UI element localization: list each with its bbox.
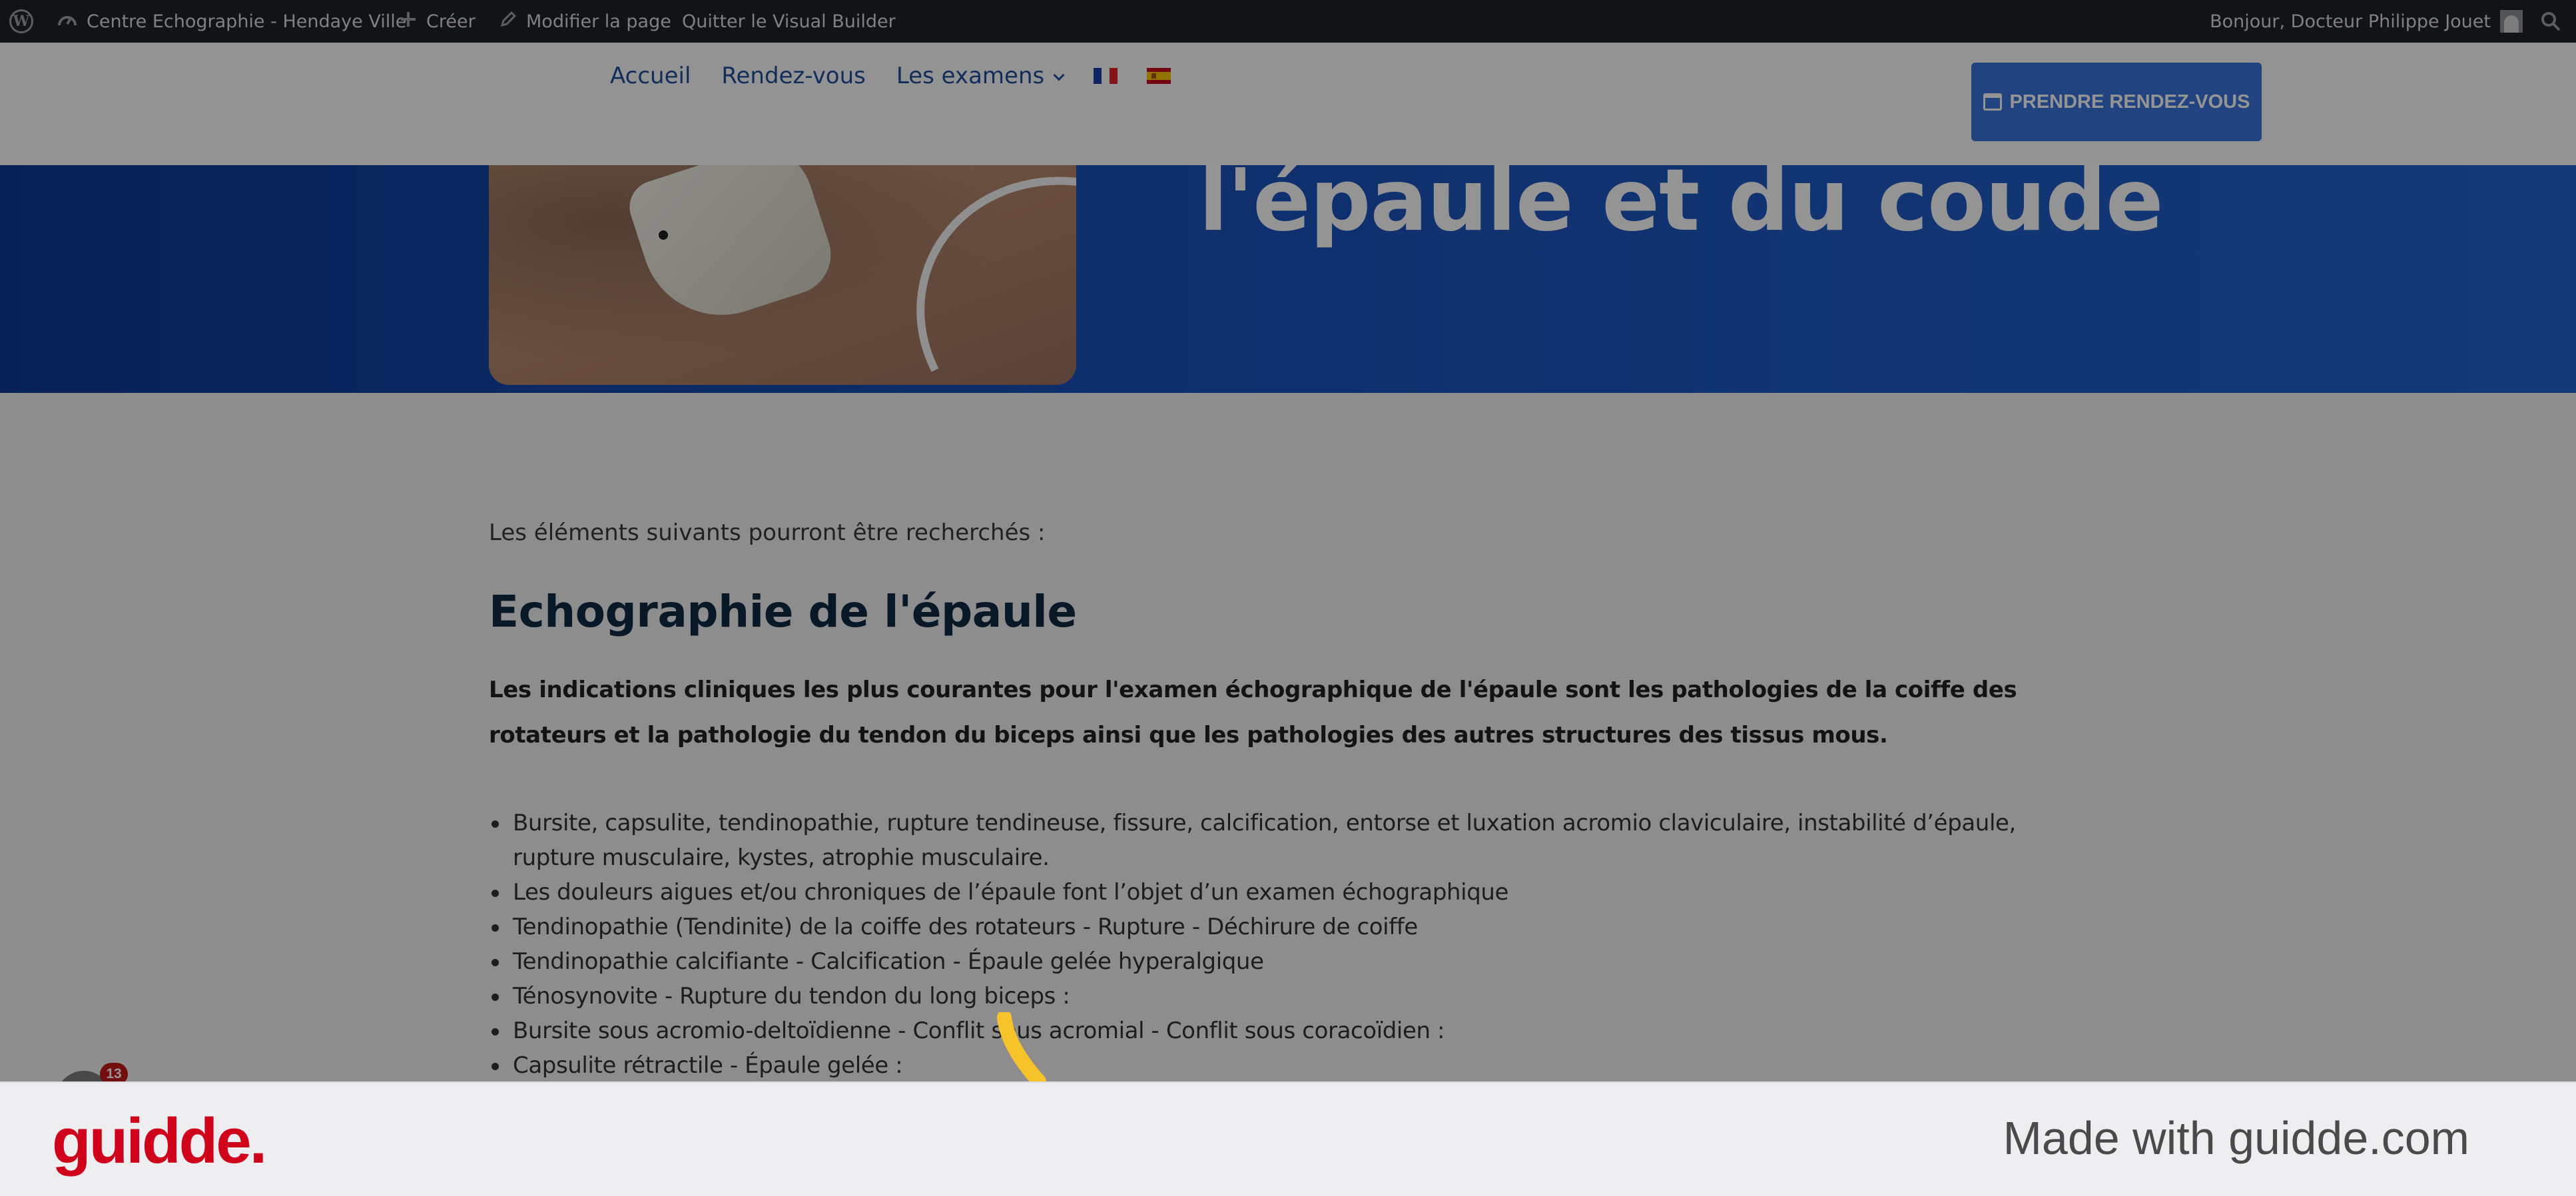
guidde-footer: guidde. Made with guidde.com xyxy=(0,1081,2576,1196)
book-appointment-button[interactable]: PRENDRE RENDEZ-VOUS xyxy=(1971,63,2262,141)
book-appointment-label: PRENDRE RENDEZ-VOUS xyxy=(2009,91,2250,113)
guidde-logo: guidde. xyxy=(52,1105,267,1177)
account-greeting: Bonjour, Docteur Philippe Jouet xyxy=(2210,11,2491,32)
admin-bar-site-link[interactable]: Centre Echographie - Hendaye Ville xyxy=(57,0,406,43)
main-nav: Accueil Rendez-vous Les examens xyxy=(610,63,1200,89)
admin-bar: W Centre Echographie - Hendaye Ville Cré… xyxy=(0,0,2576,43)
pencil-icon xyxy=(499,11,517,33)
list-item: Bursite sous acromio-deltoïdienne - Conf… xyxy=(489,1014,2100,1048)
list-item: Ténosynovite - Rupture du tendon du long… xyxy=(489,979,2100,1014)
nav-item-appointments[interactable]: Rendez-vous xyxy=(721,63,865,89)
admin-bar-new-button[interactable]: Créer xyxy=(400,0,476,43)
chevron-down-icon xyxy=(1053,69,1065,81)
plus-icon xyxy=(400,11,417,33)
section-heading: Echographie de l'épaule xyxy=(489,586,1077,637)
list-item: Tendinopathie (Tendinite) de la coiffe d… xyxy=(489,910,2100,944)
spanish-flag-icon[interactable] xyxy=(1147,68,1171,84)
nav-item-exams[interactable]: Les examens xyxy=(896,63,1065,89)
indications-list: Bursite, capsulite, tendinopathie, ruptu… xyxy=(489,806,2100,1083)
calendar-icon xyxy=(1983,93,2002,111)
admin-bar-exit-builder-button[interactable]: Quitter le Visual Builder xyxy=(682,0,896,43)
site-name: Centre Echographie - Hendaye Ville xyxy=(87,11,407,32)
dashboard-icon xyxy=(57,11,77,33)
search-icon[interactable] xyxy=(2540,11,2561,32)
hero-ultrasound-photo xyxy=(489,165,1076,385)
list-item: Bursite, capsulite, tendinopathie, ruptu… xyxy=(489,806,2100,875)
lead-paragraph: Les indications cliniques les plus coura… xyxy=(489,677,2017,748)
admin-bar-edit-page-button[interactable]: Modifier la page xyxy=(499,0,671,43)
nav-item-exams-label: Les examens xyxy=(896,63,1045,89)
user-avatar xyxy=(2500,10,2523,33)
made-with-text: Made with guidde.com xyxy=(2003,1112,2469,1164)
new-label: Créer xyxy=(426,11,476,32)
list-item: Tendinopathie calcifiante - Calcificatio… xyxy=(489,944,2100,979)
list-item: Capsulite rétractile - Épaule gelée : xyxy=(489,1048,2100,1083)
edit-page-label: Modifier la page xyxy=(526,11,671,32)
hero-title-line-2: l'épaule et du coude xyxy=(1199,165,2163,250)
admin-bar-account-menu[interactable]: Bonjour, Docteur Philippe Jouet xyxy=(2210,0,2523,43)
list-item: Les douleurs aigues et/ou chroniques de … xyxy=(489,875,2100,910)
french-flag-icon[interactable] xyxy=(1094,68,1118,84)
intro-text: Les éléments suivants pourront être rech… xyxy=(489,519,1046,546)
exit-builder-label: Quitter le Visual Builder xyxy=(682,11,896,32)
hero-title: l'épaule et du coude xyxy=(1199,165,2163,244)
hero-banner: l'épaule et du coude xyxy=(0,165,2576,393)
site-header: Accueil Rendez-vous Les examens PRENDRE … xyxy=(0,43,2576,165)
wordpress-logo-icon[interactable]: W xyxy=(9,9,33,33)
nav-item-home[interactable]: Accueil xyxy=(610,63,691,89)
